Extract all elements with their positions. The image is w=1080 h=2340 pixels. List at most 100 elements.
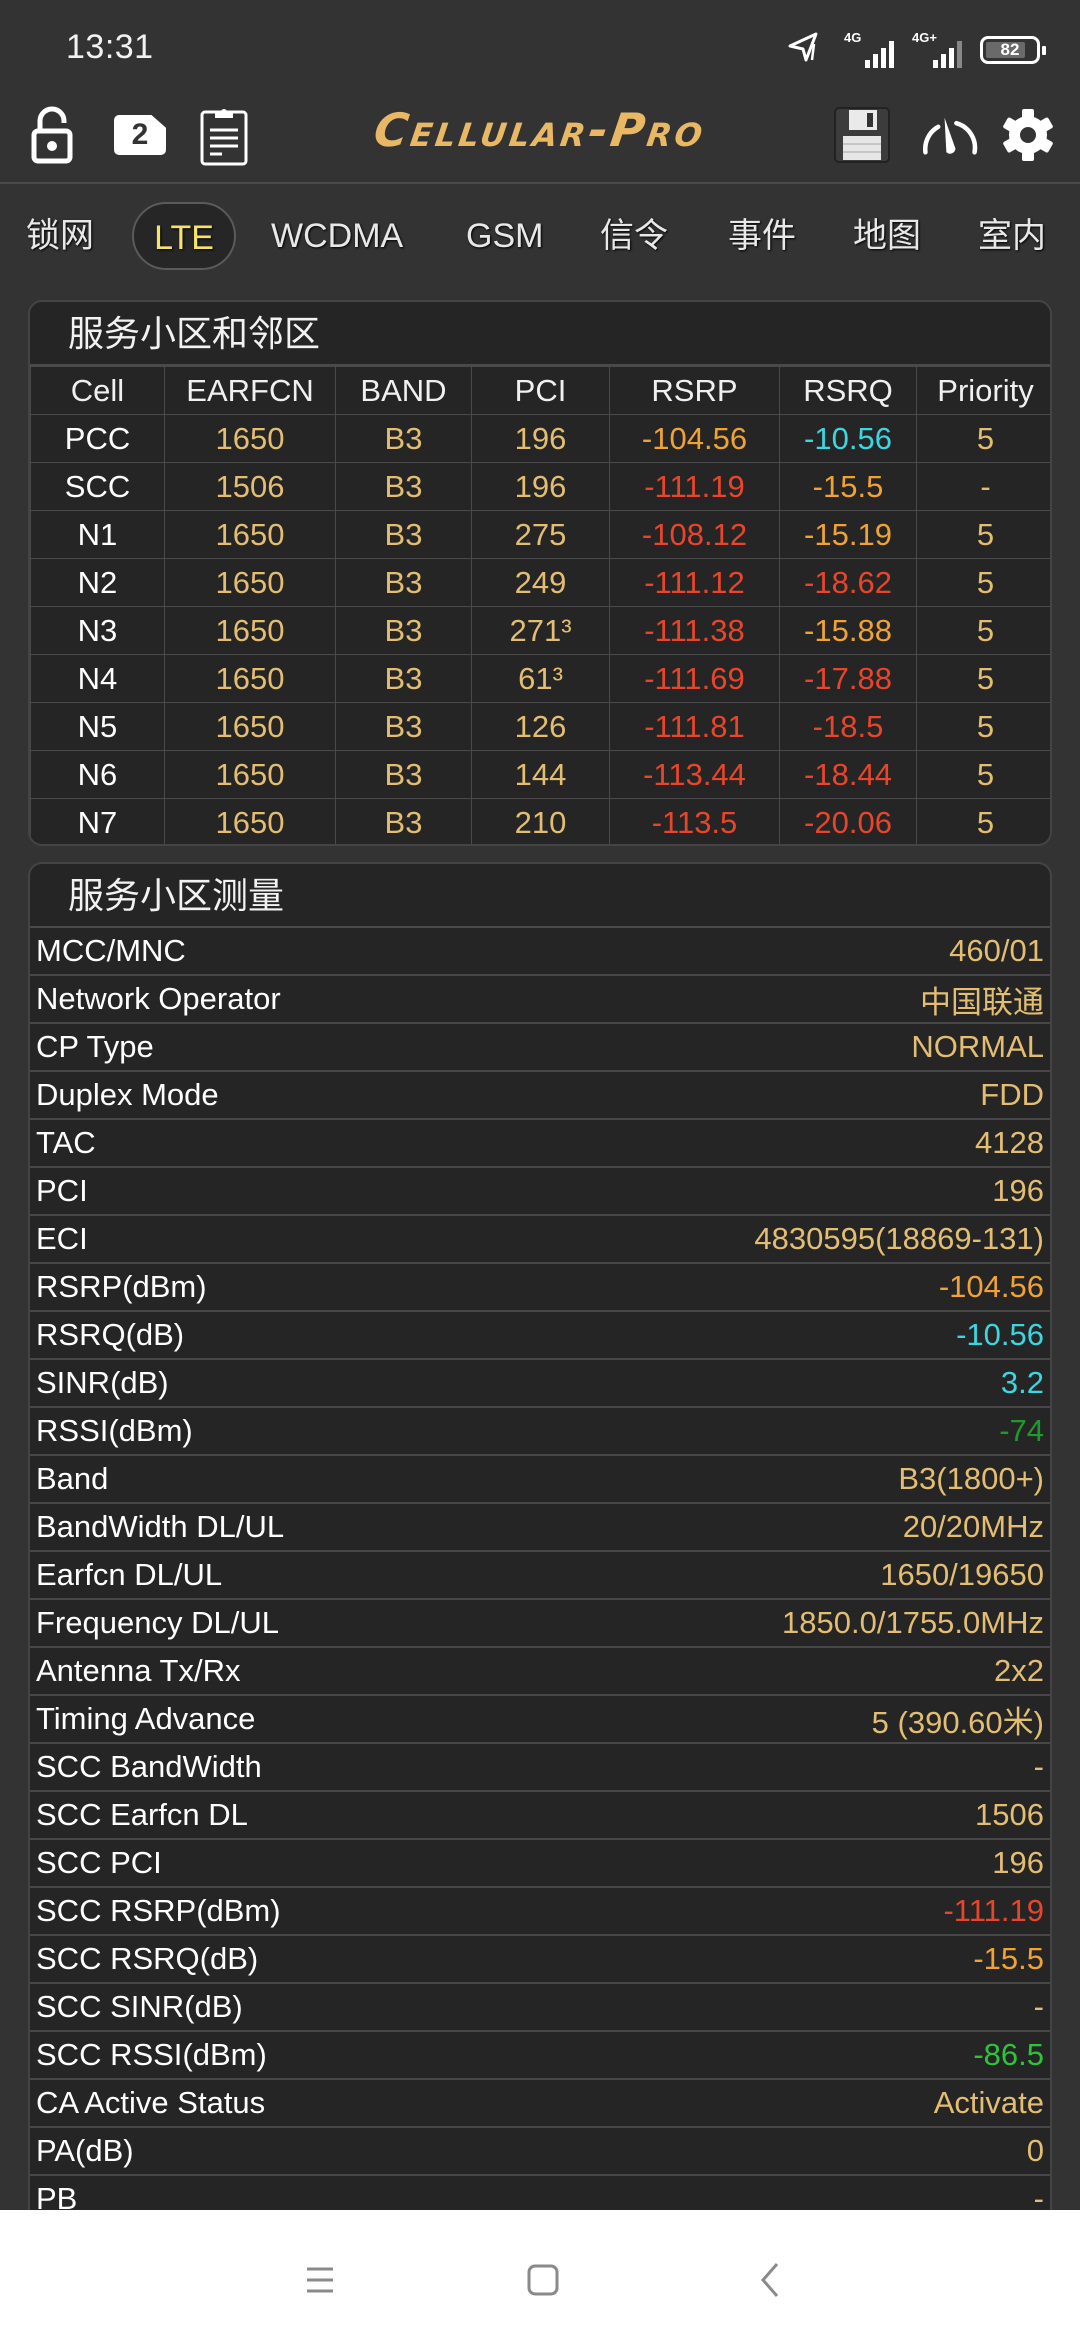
- measurement-value: -: [1033, 1749, 1044, 1784]
- measurement-label: Band: [36, 1461, 109, 1496]
- priority-value: 5: [916, 606, 1050, 655]
- measurement-label: SCC PCI: [36, 1845, 162, 1880]
- pci-value: 61³: [471, 654, 610, 703]
- earfcn-value: 1650: [164, 414, 336, 463]
- measurement-list[interactable]: MCC/MNC 460/01 Network Operator 中国联通 CP Type…: [30, 928, 1050, 2212]
- tab-signaling[interactable]: 信令: [600, 202, 668, 270]
- rsrp-value: -111.81: [609, 702, 780, 751]
- measurement-row: Antenna Tx/Rx 2x2: [30, 1648, 1050, 1696]
- speedometer-icon: [922, 117, 978, 155]
- column-header: Priority: [916, 366, 1050, 415]
- table-row[interactable]: N7 1650 B3 210 -113.5 -20.06 5: [30, 798, 1050, 844]
- log-button[interactable]: [194, 100, 254, 170]
- table-row[interactable]: N4 1650 B3 61³ -111.69 -17.88 5: [30, 654, 1050, 703]
- measurement-value: Activate: [933, 2085, 1044, 2120]
- column-header: BAND: [335, 366, 472, 415]
- measurement-label: SCC SINR(dB): [36, 1989, 243, 2024]
- sim-switch-button[interactable]: 2: [110, 100, 170, 170]
- table-row[interactable]: N6 1650 B3 144 -113.44 -18.44 5: [30, 750, 1050, 799]
- system-nav-bar: [0, 2210, 1080, 2340]
- rsrp-value: -104.56: [609, 414, 780, 463]
- measurement-value: 20/20MHz: [902, 1509, 1044, 1544]
- cells-table: Cell EARFCN BAND PCI RSRP RSRQ Priority …: [30, 366, 1050, 844]
- rsrq-value: -10.56: [779, 414, 917, 463]
- measurement-value: 1850.0/1755.0MHz: [782, 1605, 1044, 1640]
- battery-level: 82: [1000, 39, 1020, 59]
- measurement-row: CP Type NORMAL: [30, 1024, 1050, 1072]
- sim2-signal-icon: 4G+: [912, 30, 962, 68]
- measurement-row: Network Operator 中国联通: [30, 976, 1050, 1024]
- unlock-button[interactable]: [22, 100, 82, 170]
- column-header: Cell: [30, 366, 165, 415]
- save-button[interactable]: [832, 100, 892, 170]
- home-button[interactable]: [513, 2250, 573, 2310]
- measurement-row: Duplex Mode FDD: [30, 1072, 1050, 1120]
- table-row[interactable]: PCC 1650 B3 196 -104.56 -10.56 5: [30, 414, 1050, 463]
- measurement-label: SCC RSSI(dBm): [36, 2037, 267, 2072]
- measurement-value: -: [1033, 1989, 1044, 2024]
- rsrq-value: -18.5: [779, 702, 917, 751]
- measurement-row: SCC Earfcn DL 1506: [30, 1792, 1050, 1840]
- measurement-value: FDD: [980, 1077, 1044, 1112]
- table-row[interactable]: N3 1650 B3 271³ -111.38 -15.88 5: [30, 606, 1050, 655]
- measurement-value: 1506: [975, 1797, 1044, 1832]
- measurement-value: 0: [1026, 2133, 1044, 2168]
- tab-lte[interactable]: LTE: [132, 202, 236, 270]
- table-row[interactable]: N5 1650 B3 126 -111.81 -18.5 5: [30, 702, 1050, 751]
- tab-events[interactable]: 事件: [728, 202, 796, 270]
- battery-icon: 82: [980, 35, 1046, 64]
- measurement-label: RSSI(dBm): [36, 1413, 193, 1448]
- measurement-value: -10.56: [956, 1317, 1044, 1352]
- app-logo: Cellular-Pro: [370, 103, 710, 157]
- pci-value: 196: [471, 414, 610, 463]
- serving-cell-measurement-card: 服务小区测量 MCC/MNC 460/01 Network Operator 中国联通…: [28, 862, 1052, 2212]
- measurement-row: Earfcn DL/UL 1650/19650: [30, 1552, 1050, 1600]
- measurement-row: PCI 196: [30, 1168, 1050, 1216]
- column-header: PCI: [471, 366, 610, 415]
- earfcn-value: 1506: [164, 462, 336, 511]
- tab-gsm[interactable]: GSM: [466, 202, 543, 270]
- measurement-row: SCC SINR(dB) -: [30, 1984, 1050, 2032]
- priority-value: 5: [916, 414, 1050, 463]
- measurement-value: 196: [992, 1845, 1044, 1880]
- measurement-row: BandWidth DL/UL 20/20MHz: [30, 1504, 1050, 1552]
- rsrq-value: -20.06: [779, 798, 917, 844]
- table-row[interactable]: N2 1650 B3 249 -111.12 -18.62 5: [30, 558, 1050, 607]
- measurement-row: Timing Advance 5 (390.60米): [30, 1696, 1050, 1744]
- measurement-label: CA Active Status: [36, 2085, 266, 2120]
- measurement-label: CP Type: [36, 1029, 154, 1064]
- measurement-row: PA(dB) 0: [30, 2128, 1050, 2176]
- pci-value: 126: [471, 702, 610, 751]
- menu-icon: [307, 2267, 333, 2293]
- rsrq-value: -18.44: [779, 750, 917, 799]
- measurement-label: RSRQ(dB): [36, 1317, 185, 1352]
- pci-value: 196: [471, 462, 610, 511]
- table-row[interactable]: N1 1650 B3 275 -108.12 -15.19 5: [30, 510, 1050, 559]
- sim-slot-number: 2: [131, 118, 149, 151]
- cell-name: N1: [30, 510, 165, 559]
- measurement-value: 2x2: [994, 1653, 1044, 1688]
- back-button[interactable]: [740, 2250, 800, 2310]
- location-arrow-icon: [786, 30, 826, 69]
- cell-name: N3: [30, 606, 165, 655]
- table-row[interactable]: SCC 1506 B3 196 -111.19 -15.5-: [30, 462, 1050, 511]
- column-header: RSRQ: [779, 366, 917, 415]
- settings-button[interactable]: [998, 100, 1058, 170]
- measurement-row: ECI 4830595(18869-131): [30, 1216, 1050, 1264]
- tab-lock-network[interactable]: 锁网: [26, 202, 94, 270]
- tab-map[interactable]: 地图: [853, 202, 921, 270]
- unlock-icon: [31, 106, 73, 164]
- rsrp-value: -111.19: [609, 462, 780, 511]
- measurement-label: SCC Earfcn DL: [36, 1797, 248, 1832]
- measurement-row: RSRP(dBm) -104.56: [30, 1264, 1050, 1312]
- earfcn-value: 1650: [164, 750, 336, 799]
- speed-test-button[interactable]: [920, 100, 980, 170]
- tab-indoor[interactable]: 室内: [978, 202, 1046, 270]
- measurement-label: Frequency DL/UL: [36, 1605, 279, 1640]
- recent-apps-button[interactable]: [290, 2250, 350, 2310]
- tab-wcdma[interactable]: WCDMA: [271, 202, 403, 270]
- cell-name: N5: [30, 702, 165, 751]
- cell-name: SCC: [30, 462, 165, 511]
- priority-value: 5: [916, 750, 1050, 799]
- sim1-signal-icon: 4G: [844, 30, 894, 68]
